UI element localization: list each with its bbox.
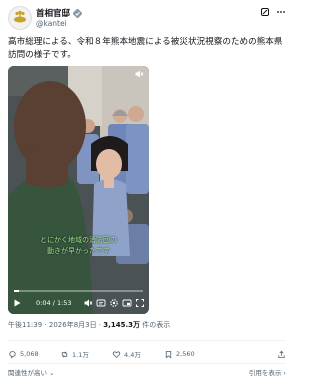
tweet-date[interactable]: 2026年8月3日 <box>49 321 97 329</box>
top-actions <box>260 7 286 17</box>
repost-count: 1.1万 <box>72 351 89 359</box>
name-row: 首相官邸 <box>36 7 83 19</box>
subtitle-line: とにかく地域の消防団の <box>40 236 117 244</box>
sort-relevant-dropdown[interactable]: 関連性が高い ⌄ <box>8 367 55 377</box>
more-icon[interactable] <box>276 7 286 17</box>
divider <box>8 340 286 341</box>
views-label: 件の表示 <box>142 321 171 329</box>
settings-icon[interactable] <box>109 298 119 308</box>
fullscreen-icon[interactable] <box>135 298 145 308</box>
progress-fill <box>14 290 19 292</box>
reply-button[interactable]: 5,068 <box>8 350 60 359</box>
video-player[interactable]: とにかく地域の消防団の 動きが早かったです 0:04 / 1:53 <box>8 66 149 314</box>
progress-bar[interactable] <box>14 290 143 292</box>
engagement-bar: 5,068 1.1万 4.4万 2,560 <box>8 348 286 360</box>
display-name[interactable]: 首相官邸 <box>36 7 70 19</box>
reply-count: 5,068 <box>20 350 39 358</box>
repost-button[interactable]: 1.1万 <box>60 349 112 359</box>
subtitle-line: 動きが早かったです <box>47 247 110 255</box>
bookmark-count: 2,560 <box>176 350 195 358</box>
tweet-text: 高市総理による、令和８年熊本地震による被災状況視察のための熊本県訪問の様子です。 <box>8 37 283 60</box>
view-quotes-link[interactable]: 引用を表示 › <box>249 367 286 377</box>
like-button[interactable]: 4.4万 <box>112 349 164 359</box>
repost-icon <box>61 351 68 357</box>
divider <box>8 363 286 364</box>
bookmark-icon <box>165 350 172 358</box>
video-frame <box>8 66 149 314</box>
grok-icon[interactable] <box>260 7 270 17</box>
paulownia-emblem-icon <box>14 10 26 23</box>
handle[interactable]: @kantei <box>36 19 67 28</box>
view-quotes-label: 引用を表示 <box>248 369 282 377</box>
picture-in-picture-icon[interactable] <box>122 298 132 308</box>
bookmark-button[interactable]: 2,560 <box>164 350 216 359</box>
volume-icon[interactable] <box>134 69 144 79</box>
views-count: 3,145.3万 <box>103 321 140 329</box>
tweet-meta: 午後11:39 · 2026年8月3日 · 3,145.3万 件の表示 <box>8 321 171 329</box>
verified-badge-icon <box>73 8 83 18</box>
control-buttons <box>83 298 145 308</box>
reply-sort-row: 関連性が高い ⌄ 引用を表示 › <box>8 367 286 377</box>
mute-icon[interactable] <box>83 298 93 308</box>
control-row: 0:04 / 1:53 <box>12 297 145 309</box>
video-time: 0:04 / 1:53 <box>36 299 72 307</box>
share-button[interactable] <box>277 350 286 359</box>
play-icon[interactable] <box>12 298 22 308</box>
share-icon <box>278 350 285 358</box>
avatar[interactable] <box>8 6 32 30</box>
duration: 1:53 <box>56 299 72 307</box>
video-controls: 0:04 / 1:53 <box>8 288 149 314</box>
reply-icon <box>9 350 16 359</box>
captions-icon[interactable] <box>96 298 106 308</box>
heart-icon <box>112 350 121 358</box>
tweet-header: 首相官邸 @kantei <box>8 6 286 32</box>
tweet-time[interactable]: 午後11:39 <box>8 321 42 329</box>
like-count: 4.4万 <box>124 351 141 359</box>
sort-relevant-label: 関連性が高い <box>8 369 47 377</box>
current-time: 0:04 <box>36 299 51 307</box>
